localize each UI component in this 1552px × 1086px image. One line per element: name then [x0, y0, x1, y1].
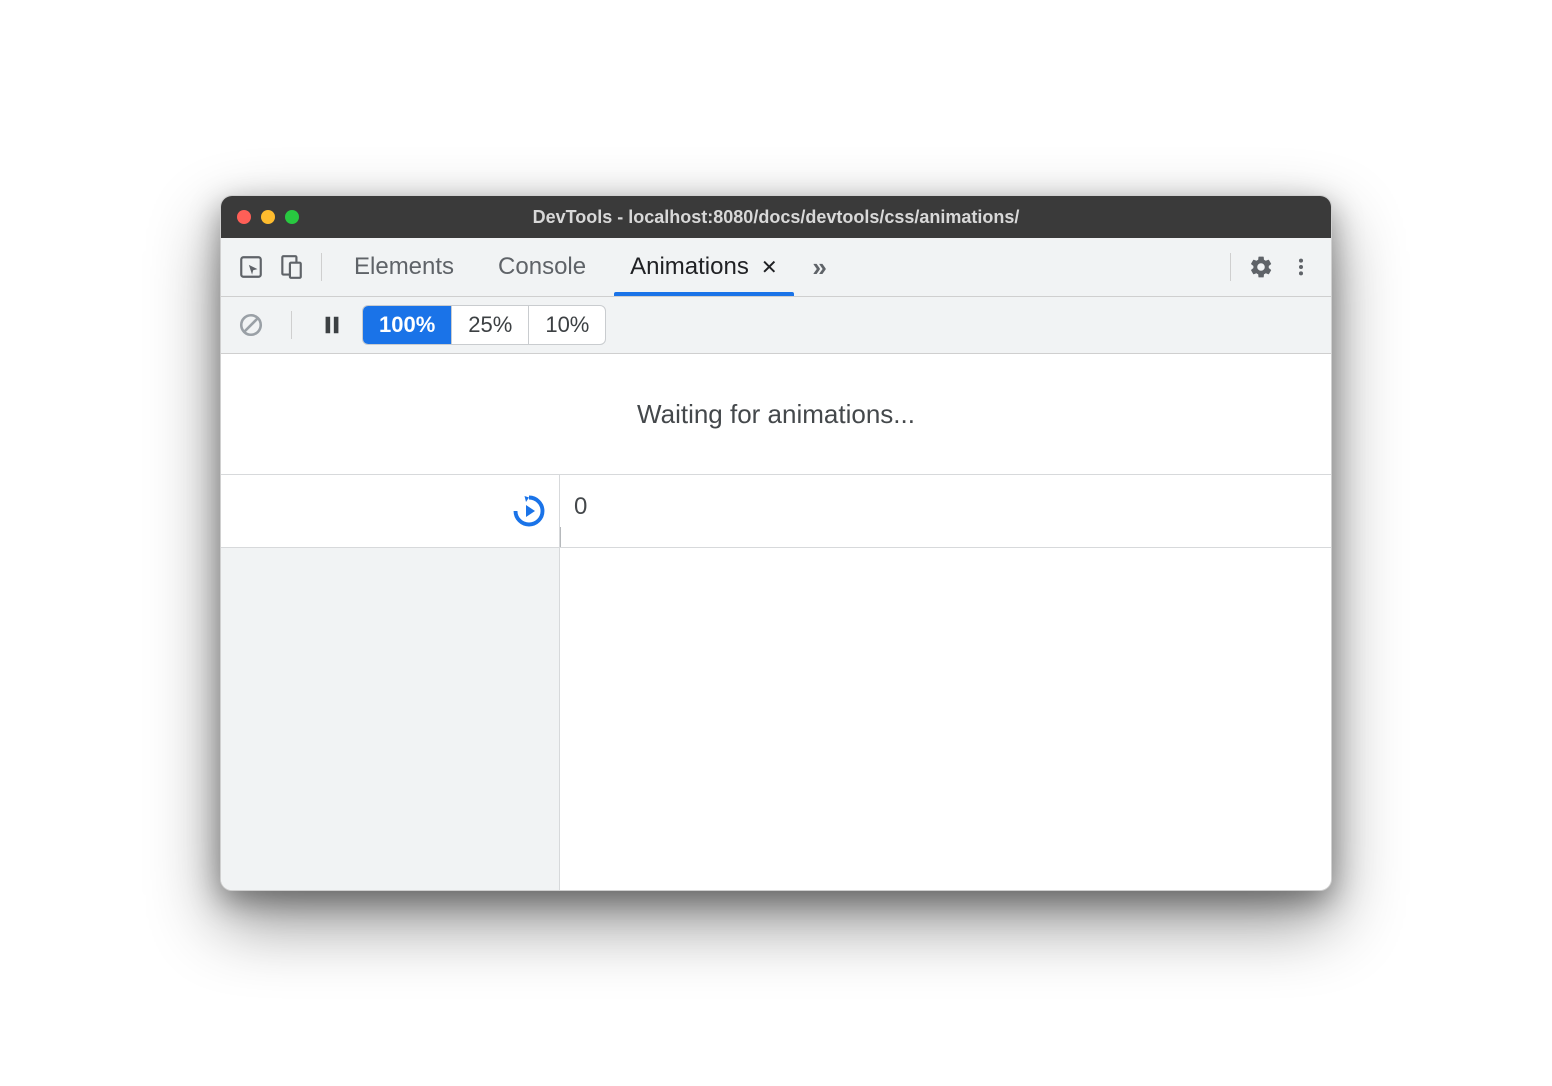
- main-tabstrip: Elements Console Animations ✕ »: [221, 238, 1331, 297]
- more-tabs-icon[interactable]: »: [800, 247, 840, 287]
- replay-icon[interactable]: [511, 493, 547, 529]
- inspect-element-icon[interactable]: [231, 247, 271, 287]
- pause-icon[interactable]: [312, 305, 352, 345]
- speed-label: 10%: [545, 312, 589, 337]
- window-controls: [237, 210, 299, 224]
- timeline-ruler[interactable]: 0: [559, 475, 1331, 547]
- devtools-window: DevTools - localhost:8080/docs/devtools/…: [220, 195, 1332, 891]
- window-title: DevTools - localhost:8080/docs/devtools/…: [221, 207, 1331, 228]
- speed-100-button[interactable]: 100%: [363, 306, 452, 344]
- minimize-window-button[interactable]: [261, 210, 275, 224]
- tick-label-zero: 0: [574, 493, 587, 521]
- animation-list-panel: [221, 548, 560, 890]
- close-window-button[interactable]: [237, 210, 251, 224]
- animations-toolbar: 100% 25% 10%: [221, 297, 1331, 354]
- maximize-window-button[interactable]: [285, 210, 299, 224]
- clear-icon[interactable]: [231, 305, 271, 345]
- speed-10-button[interactable]: 10%: [529, 306, 605, 344]
- speed-label: 100%: [379, 312, 435, 337]
- animation-tracks-panel[interactable]: [560, 548, 1331, 890]
- tick-mark: [560, 527, 561, 547]
- tab-label: Console: [498, 253, 586, 281]
- timeline-body: [221, 548, 1331, 890]
- close-tab-icon[interactable]: ✕: [761, 255, 778, 280]
- waiting-message: Waiting for animations...: [221, 354, 1331, 475]
- playback-speed-group: 100% 25% 10%: [362, 305, 606, 345]
- device-toolbar-icon[interactable]: [271, 247, 311, 287]
- tab-label: Elements: [354, 253, 454, 281]
- titlebar: DevTools - localhost:8080/docs/devtools/…: [221, 196, 1331, 238]
- separator: [291, 311, 292, 339]
- timeline-header-left: [221, 475, 559, 547]
- tab-label: Animations: [630, 253, 749, 281]
- timeline-header: 0: [221, 475, 1331, 548]
- separator: [321, 253, 322, 281]
- tab-animations[interactable]: Animations ✕: [608, 238, 800, 296]
- tab-console[interactable]: Console: [476, 238, 608, 296]
- speed-25-button[interactable]: 25%: [452, 306, 529, 344]
- settings-icon[interactable]: [1241, 247, 1281, 287]
- speed-label: 25%: [468, 312, 512, 337]
- tab-elements[interactable]: Elements: [332, 238, 476, 296]
- separator: [1230, 253, 1231, 281]
- kebab-menu-icon[interactable]: [1281, 247, 1321, 287]
